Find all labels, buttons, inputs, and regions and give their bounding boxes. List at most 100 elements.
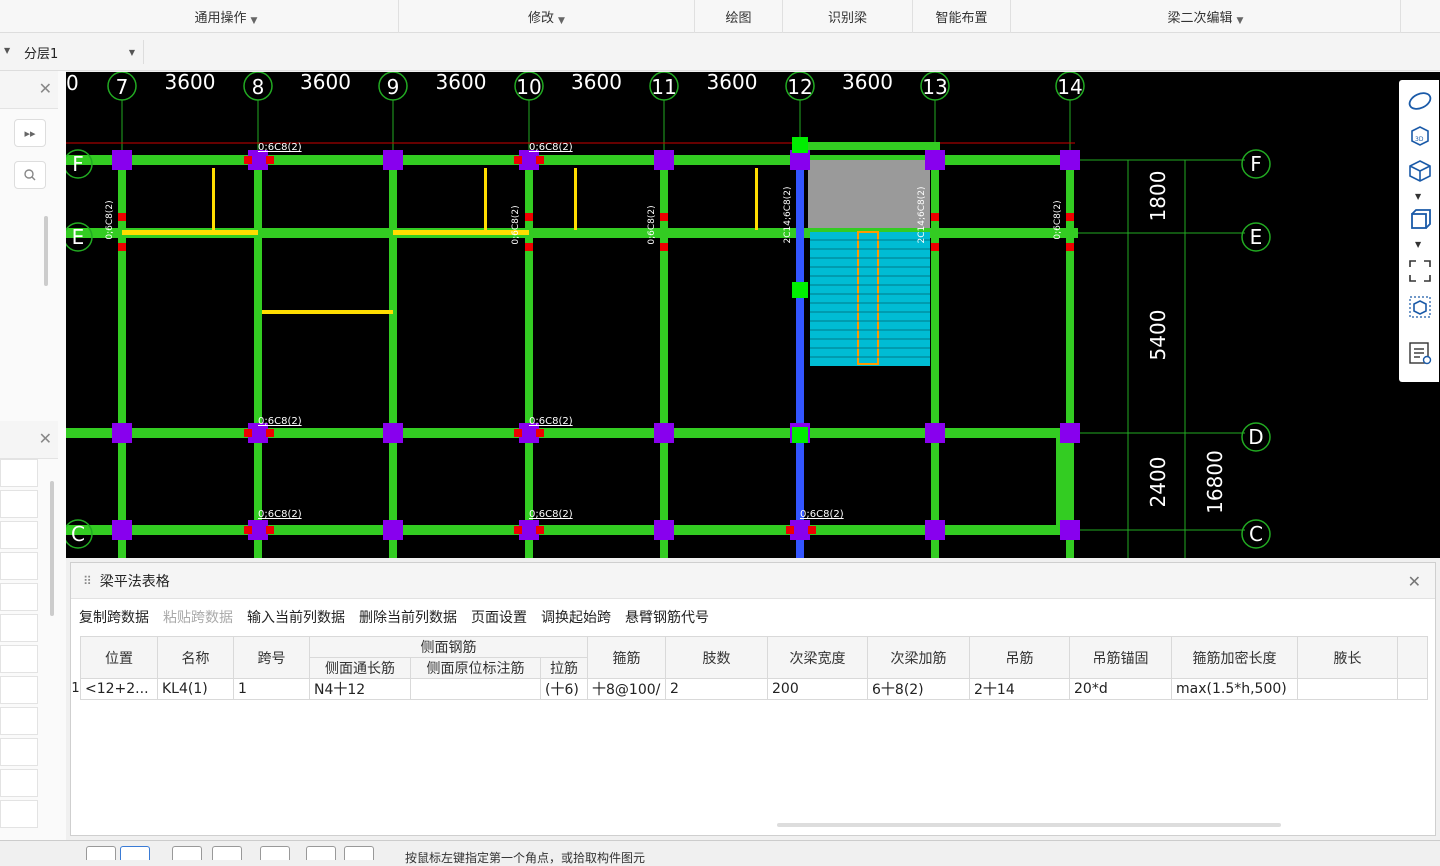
column[interactable] xyxy=(383,423,403,443)
column[interactable] xyxy=(654,423,674,443)
col-hanger[interactable]: 吊筋 xyxy=(969,636,1070,679)
support-marker[interactable] xyxy=(514,526,522,534)
support-marker[interactable] xyxy=(244,429,252,437)
chevron-down-icon[interactable]: ▼ xyxy=(4,46,10,55)
stair-beam[interactable] xyxy=(800,142,940,150)
list-item[interactable] xyxy=(0,583,38,611)
list-item[interactable] xyxy=(0,645,38,673)
cell-stirrup[interactable]: 十8@100/ xyxy=(587,678,666,700)
ribbon-group-general[interactable]: 通用操作 ▼ xyxy=(54,0,399,33)
ribbon-group-identify-beam[interactable]: 识别梁 xyxy=(783,0,913,33)
selected-beam[interactable] xyxy=(796,148,804,558)
col-side-inplace[interactable]: 侧面原位标注筋 xyxy=(410,657,541,679)
list-item[interactable] xyxy=(0,707,38,735)
vertical-beam[interactable] xyxy=(389,155,397,558)
cell-haunch[interactable] xyxy=(1297,678,1398,700)
paste-span-button[interactable]: 粘贴跨数据 xyxy=(163,607,233,627)
status-tool-button[interactable] xyxy=(260,846,290,860)
layer-select[interactable]: 分层1 ▼ xyxy=(18,40,144,64)
col-name[interactable]: 名称 xyxy=(157,636,234,679)
chevron-down-icon[interactable]: ▼ xyxy=(1415,240,1421,249)
cantilever-code-button[interactable]: 悬臂钢筋代号 xyxy=(625,607,709,627)
cell-stirrup-dense[interactable]: max(1.5*h,500) xyxy=(1171,678,1298,700)
secondary-beam[interactable] xyxy=(122,230,258,235)
col-tie[interactable]: 拉筋 xyxy=(540,657,588,679)
secondary-beam[interactable] xyxy=(484,168,487,230)
cell-position[interactable]: <12+2... xyxy=(80,678,158,700)
copy-span-button[interactable]: 复制跨数据 xyxy=(79,607,149,627)
list-item[interactable] xyxy=(0,521,38,549)
cell-sec-width[interactable]: 200 xyxy=(767,678,868,700)
cell-side-through[interactable]: N4十12 xyxy=(309,678,411,700)
support-marker[interactable] xyxy=(931,213,939,221)
support-marker[interactable] xyxy=(931,243,939,251)
component-view-button[interactable] xyxy=(1405,292,1435,322)
secondary-beam[interactable] xyxy=(393,230,529,235)
status-tool-button[interactable] xyxy=(212,846,242,860)
search-button[interactable] xyxy=(14,161,46,189)
secondary-beam[interactable] xyxy=(574,168,577,230)
fit-view-button[interactable] xyxy=(1405,256,1435,286)
support-marker[interactable] xyxy=(1066,213,1074,221)
stair-flight[interactable] xyxy=(810,232,930,366)
floor-plan[interactable]: 0;6C8(2) 0;6C8(2) 0;6C8(2) 0;6C8(2) 0;6C8(2)… xyxy=(66,72,1397,558)
support-marker[interactable] xyxy=(244,156,252,164)
column[interactable] xyxy=(1060,520,1080,540)
col-hanger-anchor[interactable]: 吊筋锚固 xyxy=(1069,636,1172,679)
delete-column-button[interactable]: 删除当前列数据 xyxy=(359,607,457,627)
ribbon-group-draw[interactable]: 绘图 xyxy=(695,0,783,33)
panel-title-bar[interactable]: ⠿ 梁平法表格 xyxy=(71,563,1435,599)
property-list-button[interactable] xyxy=(1405,338,1435,368)
stair[interactable] xyxy=(808,160,930,366)
table-row[interactable]: <12+2... KL4(1) 1 N4十12 (十6) 十8@100/ 2 2… xyxy=(80,678,1428,700)
close-icon[interactable]: ✕ xyxy=(39,429,52,448)
list-item[interactable] xyxy=(0,800,38,828)
left-scrollbar-2[interactable] xyxy=(50,481,54,616)
list-item[interactable] xyxy=(0,676,38,704)
column[interactable] xyxy=(925,520,945,540)
col-legs[interactable]: 肢数 xyxy=(665,636,768,679)
col-sec-add[interactable]: 次梁加筋 xyxy=(867,636,970,679)
list-item[interactable] xyxy=(0,738,38,766)
support-marker[interactable] xyxy=(514,156,522,164)
support-marker[interactable] xyxy=(525,243,533,251)
support-marker[interactable] xyxy=(660,243,668,251)
column[interactable] xyxy=(383,150,403,170)
support-marker[interactable] xyxy=(118,213,126,221)
status-tool-button[interactable] xyxy=(344,846,374,860)
vertical-beam[interactable] xyxy=(1056,438,1066,530)
drawing-canvas[interactable]: 0;6C8(2) 0;6C8(2) 0;6C8(2) 0;6C8(2) 0;6C8(2)… xyxy=(66,72,1397,558)
column[interactable] xyxy=(925,150,945,170)
view-cube-button[interactable] xyxy=(1405,156,1435,186)
column[interactable] xyxy=(1060,150,1080,170)
cell-name[interactable]: KL4(1) xyxy=(157,678,234,700)
status-tool-button[interactable] xyxy=(86,846,116,860)
cell-hanger-anchor[interactable]: 20*d xyxy=(1069,678,1172,700)
horizontal-scrollbar[interactable] xyxy=(777,823,1281,827)
secondary-beam[interactable] xyxy=(755,168,758,230)
ribbon-group-modify[interactable]: 修改 ▼ xyxy=(399,0,695,33)
chevron-down-icon[interactable]: ▼ xyxy=(1415,192,1421,201)
support-point[interactable] xyxy=(792,137,808,153)
secondary-beam[interactable] xyxy=(212,168,215,230)
col-span[interactable]: 跨号 xyxy=(233,636,310,679)
list-item[interactable] xyxy=(0,614,38,642)
swap-start-span-button[interactable]: 调换起始跨 xyxy=(541,607,611,627)
support-point[interactable] xyxy=(792,427,808,443)
support-marker[interactable] xyxy=(1066,243,1074,251)
column[interactable] xyxy=(112,150,132,170)
list-item[interactable] xyxy=(0,769,38,797)
close-icon[interactable]: ✕ xyxy=(39,79,52,98)
view-3d-button[interactable]: 3D xyxy=(1405,120,1435,150)
ribbon-group-smart-layout[interactable]: 智能布置 xyxy=(913,0,1011,33)
page-setup-button[interactable]: 页面设置 xyxy=(471,607,527,627)
support-marker[interactable] xyxy=(536,526,544,534)
column[interactable] xyxy=(112,520,132,540)
cell-sec-add[interactable]: 6十8(2) xyxy=(867,678,970,700)
col-stirrup-dense[interactable]: 箍筋加密长度 xyxy=(1171,636,1298,679)
secondary-beam[interactable] xyxy=(262,310,393,314)
support-marker[interactable] xyxy=(266,526,274,534)
column[interactable] xyxy=(925,423,945,443)
expand-button[interactable]: ▸▸ xyxy=(14,119,46,147)
close-icon[interactable]: ✕ xyxy=(1408,572,1421,591)
